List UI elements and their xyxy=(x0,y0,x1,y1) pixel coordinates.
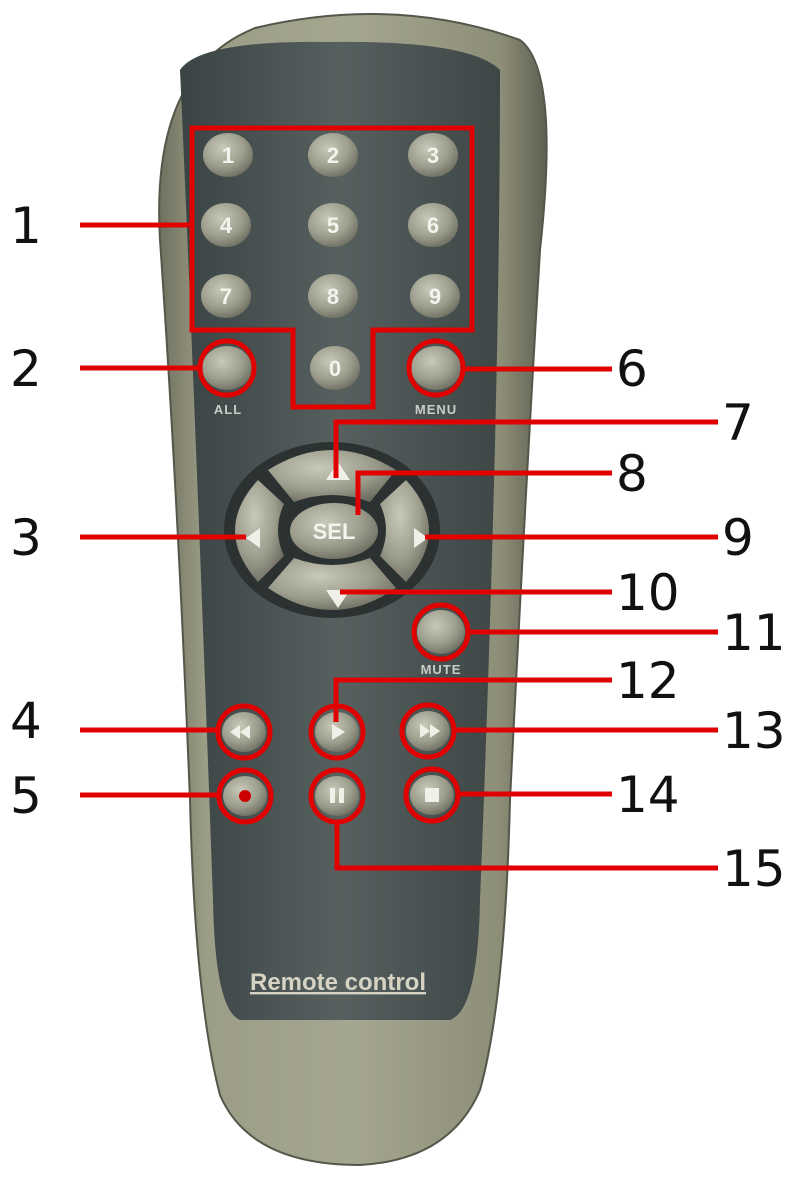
key-4-button[interactable]: 4 xyxy=(201,203,251,247)
callout-10: 10 xyxy=(616,564,680,622)
callout-13: 13 xyxy=(722,702,786,760)
key-0-button[interactable]: 0 xyxy=(310,346,360,390)
brand-text: Remote control xyxy=(250,969,426,996)
svg-text:1: 1 xyxy=(222,143,234,168)
record-button[interactable] xyxy=(223,776,267,816)
callout-11: 11 xyxy=(722,604,786,662)
svg-text:ALL: ALL xyxy=(214,402,242,417)
key-8-button[interactable]: 8 xyxy=(308,274,358,318)
svg-text:7: 7 xyxy=(220,284,232,309)
select-button[interactable]: SEL xyxy=(290,503,378,559)
callout-7: 7 xyxy=(722,394,754,452)
callout-1: 1 xyxy=(10,197,42,255)
callout-4: 4 xyxy=(10,692,42,750)
svg-text:2: 2 xyxy=(327,143,339,168)
svg-text:SEL: SEL xyxy=(313,519,356,544)
remote-control-diagram: 1 2 3 4 5 6 7 8 9 0 ALL MENU SEL MUTE Re… xyxy=(10,13,786,1167)
key-1-button[interactable]: 1 xyxy=(203,133,253,177)
key-3-button[interactable]: 3 xyxy=(408,133,458,177)
callout-9: 9 xyxy=(722,509,754,567)
pause-button[interactable] xyxy=(315,776,359,816)
key-2-button[interactable]: 2 xyxy=(308,133,358,177)
callout-3: 3 xyxy=(10,509,42,567)
callout-8: 8 xyxy=(616,445,648,503)
svg-text:4: 4 xyxy=(220,213,233,238)
svg-text:5: 5 xyxy=(327,213,339,238)
key-5-button[interactable]: 5 xyxy=(308,203,358,247)
svg-text:0: 0 xyxy=(329,356,341,381)
record-icon xyxy=(239,790,251,802)
svg-text:6: 6 xyxy=(427,213,439,238)
svg-text:9: 9 xyxy=(429,284,441,309)
callout-12: 12 xyxy=(616,652,680,710)
stop-icon xyxy=(425,788,439,802)
svg-text:3: 3 xyxy=(427,143,439,168)
callout-14: 14 xyxy=(616,766,680,824)
rewind-button[interactable] xyxy=(222,712,266,752)
svg-text:8: 8 xyxy=(327,284,339,309)
callout-15: 15 xyxy=(722,840,786,898)
svg-text:MENU: MENU xyxy=(415,402,457,417)
stop-button[interactable] xyxy=(410,775,454,815)
key-7-button[interactable]: 7 xyxy=(201,274,251,318)
callout-2: 2 xyxy=(10,340,42,398)
mute-button[interactable]: MUTE xyxy=(417,610,465,677)
key-6-button[interactable]: 6 xyxy=(408,203,458,247)
callout-6: 6 xyxy=(616,340,648,398)
svg-text:MUTE: MUTE xyxy=(421,662,462,677)
key-9-button[interactable]: 9 xyxy=(410,274,460,318)
callout-5: 5 xyxy=(10,767,42,825)
fast-forward-button[interactable] xyxy=(406,711,450,751)
menu-button[interactable]: MENU xyxy=(411,346,461,417)
